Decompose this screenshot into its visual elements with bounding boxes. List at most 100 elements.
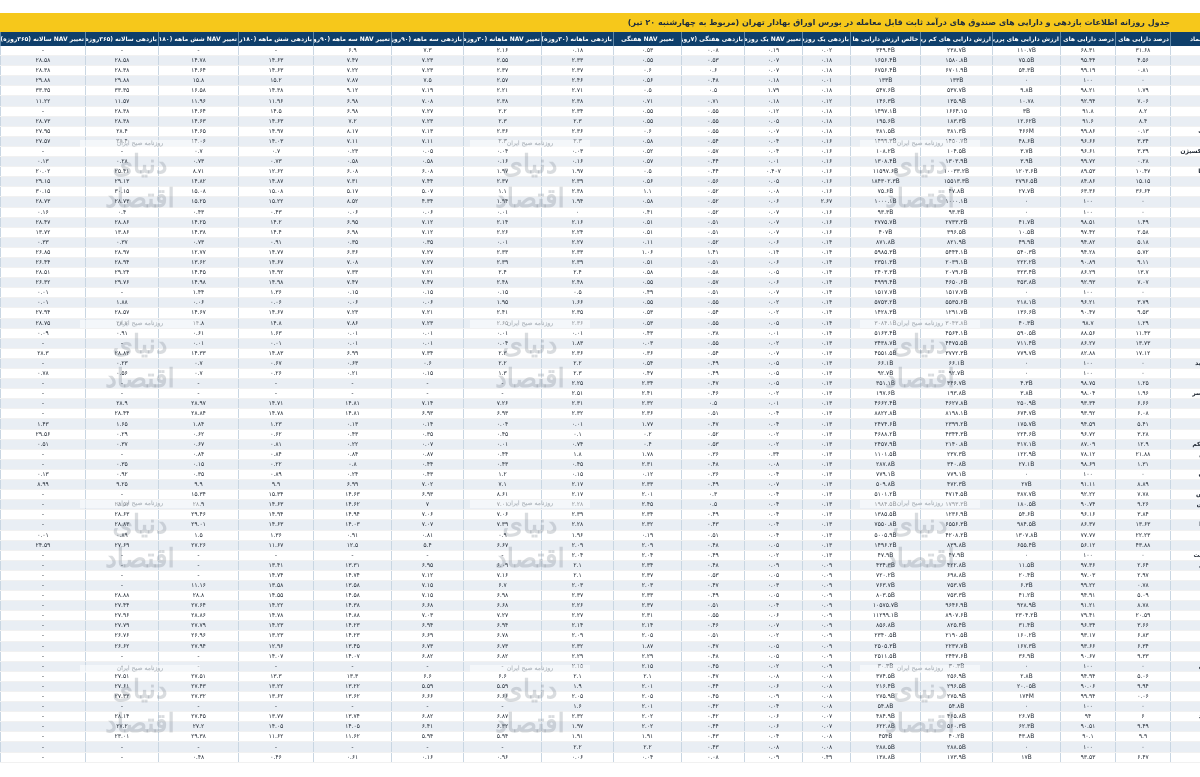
table-cell: - bbox=[85, 378, 159, 390]
fund-symbol-cell: آتیه ملت bbox=[1170, 550, 1200, 561]
table-cell: ۳۸۷.۷B bbox=[992, 489, 1061, 501]
table-cell: ۴۳.۸۸ bbox=[1115, 540, 1171, 551]
table-cell: ۱۲۳۶.۹B bbox=[920, 509, 993, 521]
table-cell: ۱۴۲۸.۳B bbox=[850, 307, 921, 319]
table-cell: ۱۰۰ bbox=[1060, 661, 1116, 672]
table-cell: ۳۲۳.۴B bbox=[992, 267, 1061, 279]
table-cell: ۲.۴۸ bbox=[463, 277, 542, 289]
table-cell: ۲.۰۹ bbox=[541, 540, 614, 551]
table-cell: ۰.۰۷ bbox=[391, 439, 464, 450]
table-cell: ۵۱۰۱.۲B bbox=[850, 489, 921, 501]
table-cell: ۰.۰۴ bbox=[744, 136, 803, 147]
table-cell: ۰.۵۱ bbox=[681, 227, 745, 238]
table-cell: ۲.۱ bbox=[613, 671, 682, 682]
table-cell: ۰.۰۹ bbox=[802, 610, 851, 622]
table-cell: ۰ bbox=[992, 741, 1061, 753]
table-cell: ۹۲۸.۹B bbox=[992, 600, 1061, 612]
table-cell: ۲.۰۱ bbox=[613, 489, 682, 501]
table-cell: ۱۴.۸۸ bbox=[313, 610, 392, 622]
table-cell: ۰.۴۴ bbox=[681, 721, 745, 733]
table-cell: - bbox=[85, 661, 159, 672]
table-cell: ۲۱۶.۴B bbox=[850, 681, 921, 693]
table-cell: ۲.۳۶ bbox=[613, 408, 682, 420]
table-cell: ۲۹.۸۸ bbox=[0, 75, 86, 87]
table-cell: ۰.۱۳ bbox=[802, 479, 851, 491]
table-cell: ۶.۳B bbox=[992, 580, 1061, 592]
table-cell: ۱۴.۰۵ bbox=[238, 721, 314, 733]
table-cell: ۲۶.۴۴ bbox=[0, 257, 86, 269]
table-cell: ۰.۱۳ bbox=[802, 368, 851, 380]
table-cell: - bbox=[0, 358, 86, 370]
table-cell: ۰.۵ bbox=[681, 499, 745, 511]
table-cell: ۲۵۰۵.۳B bbox=[850, 641, 921, 652]
table-cell: ۲.۳۷ bbox=[541, 65, 614, 77]
table-cell: ۲.۳۹ bbox=[541, 176, 614, 188]
table-cell: ۰.۱۳ bbox=[802, 408, 851, 420]
table-cell: ۲.۲ bbox=[463, 106, 542, 117]
table-cell: ۰.۳ bbox=[681, 489, 745, 501]
table-cell: ۰.۰۷ bbox=[802, 721, 851, 733]
fund-symbol-cell: ایثار bbox=[1170, 459, 1200, 470]
table-cell: ۲.۱۴ bbox=[541, 620, 614, 632]
table-cell: ۰.۰۴ bbox=[744, 701, 803, 713]
table-cell: ۸۲.۸۸ bbox=[1060, 348, 1116, 359]
table-row: سپر۲۰.۵۹۷۹.۴۱۲۳۰۴.۲B۸۹۰۷.۶B۱۱۲۹۹.۱B۰.۰۹۰… bbox=[0, 610, 1200, 622]
table-cell: ۰.۱۶ bbox=[802, 156, 851, 168]
table-cell: ۶۷۴.۷B bbox=[992, 408, 1061, 420]
fund-symbol-cell: آلا bbox=[1170, 570, 1200, 581]
table-cell: ۸.۸۹ bbox=[1115, 479, 1171, 491]
table-cell: ۴۷.۹B bbox=[920, 550, 993, 561]
table-cell: ۶.۹۵ bbox=[391, 560, 464, 571]
table-cell: ۰.۲۳ bbox=[85, 358, 159, 370]
table-cell: ۱۴۹۷.۱B bbox=[850, 106, 921, 117]
table-cell: ۰.۰۸ bbox=[802, 741, 851, 753]
table-cell: ۰.۳۷ bbox=[85, 237, 159, 248]
table-cell: ۰.۰۴ bbox=[744, 600, 803, 612]
table-cell: ۱۴.۷۷ bbox=[238, 247, 314, 258]
table-cell: ۲۴۷۴.۶B bbox=[850, 418, 921, 430]
table-cell: ۹۴.۹۱ bbox=[1060, 590, 1116, 602]
table-cell: ۲۰.۵۹ bbox=[1115, 610, 1171, 622]
table-cell: ۵۴۷.۶B bbox=[850, 85, 921, 97]
table-cell: ۲۷.۴۴ bbox=[85, 600, 159, 612]
table-cell: ۰.۹۱ bbox=[313, 530, 392, 541]
table-cell: - bbox=[0, 580, 86, 592]
table-cell: ۱۹۵.۶B bbox=[850, 116, 921, 127]
table-cell: - bbox=[391, 741, 464, 753]
table-cell: ۰.۵۱ bbox=[0, 439, 86, 450]
table-cell: - bbox=[158, 550, 239, 561]
table-cell: ۷.۲۳ bbox=[391, 55, 464, 67]
table-cell: ۲۷.۱B bbox=[992, 459, 1061, 470]
table-cell: ۷۷۹.۷B bbox=[992, 348, 1061, 359]
table-cell: ۱۲.۹ bbox=[1115, 439, 1171, 450]
table-cell: ۰.۴۳ bbox=[313, 429, 392, 440]
table-cell: ۴۷۱۴.۵B bbox=[920, 489, 993, 501]
table-cell: ۲۵۰.۹B bbox=[992, 398, 1061, 410]
table-cell: ۱۱۰۱.۵B bbox=[850, 449, 921, 460]
table-cell: ۰.۴۶ bbox=[681, 620, 745, 632]
table-cell: ۰.۰۷ bbox=[744, 348, 803, 359]
table-cell: ۸۷.۰۹ bbox=[1060, 439, 1116, 450]
table-cell: ۰ bbox=[1115, 358, 1171, 370]
table-cell: ۰.۱۴ bbox=[802, 328, 851, 339]
table-cell: ۱۱۵۹۷.۶B bbox=[850, 166, 921, 178]
table-cell: ۳۶.۹B bbox=[992, 651, 1061, 662]
table-cell: - bbox=[85, 701, 159, 713]
table-cell: ۲.۷۱ bbox=[541, 85, 614, 97]
table-cell: ۰.۱۳ bbox=[802, 398, 851, 410]
table-cell: ۹۳.۳B bbox=[920, 207, 993, 218]
table-cell: ۰.۰۱ bbox=[391, 338, 464, 349]
table-cell: ۰.۴۳ bbox=[158, 207, 239, 218]
table-row: پایکا۵.۰۶۹۴.۹۴۲.۸B۲۵۶.۹B۳۷۴.۵B۰.۰۸۰.۰۸۰.… bbox=[0, 671, 1200, 682]
table-cell: ۵.۴ bbox=[391, 540, 464, 551]
table-cell: ۶.۸۳ bbox=[1115, 630, 1171, 642]
table-cell: ۲۷.۵۱ bbox=[85, 671, 159, 682]
table-cell: ۱۲.۶۲ bbox=[238, 166, 314, 178]
table-cell: ۶۷۰۱.۹B bbox=[920, 65, 993, 77]
table-cell: ۲.۳۳ bbox=[541, 247, 614, 258]
table-cell: ۰.۱۳ bbox=[802, 530, 851, 541]
table-cell: ۵۴.۳B bbox=[992, 65, 1061, 77]
table-row: آرامش۰۱۰۰۰۳۰.۳B۳۰.۳B۰.۰۹۰.۰۲۰.۴۵۲.۱۵۲.۱۵… bbox=[0, 661, 1200, 672]
table-cell: ۱۵.۲۵ bbox=[158, 196, 239, 208]
fund-symbol-cell: کنجین bbox=[1170, 681, 1200, 693]
